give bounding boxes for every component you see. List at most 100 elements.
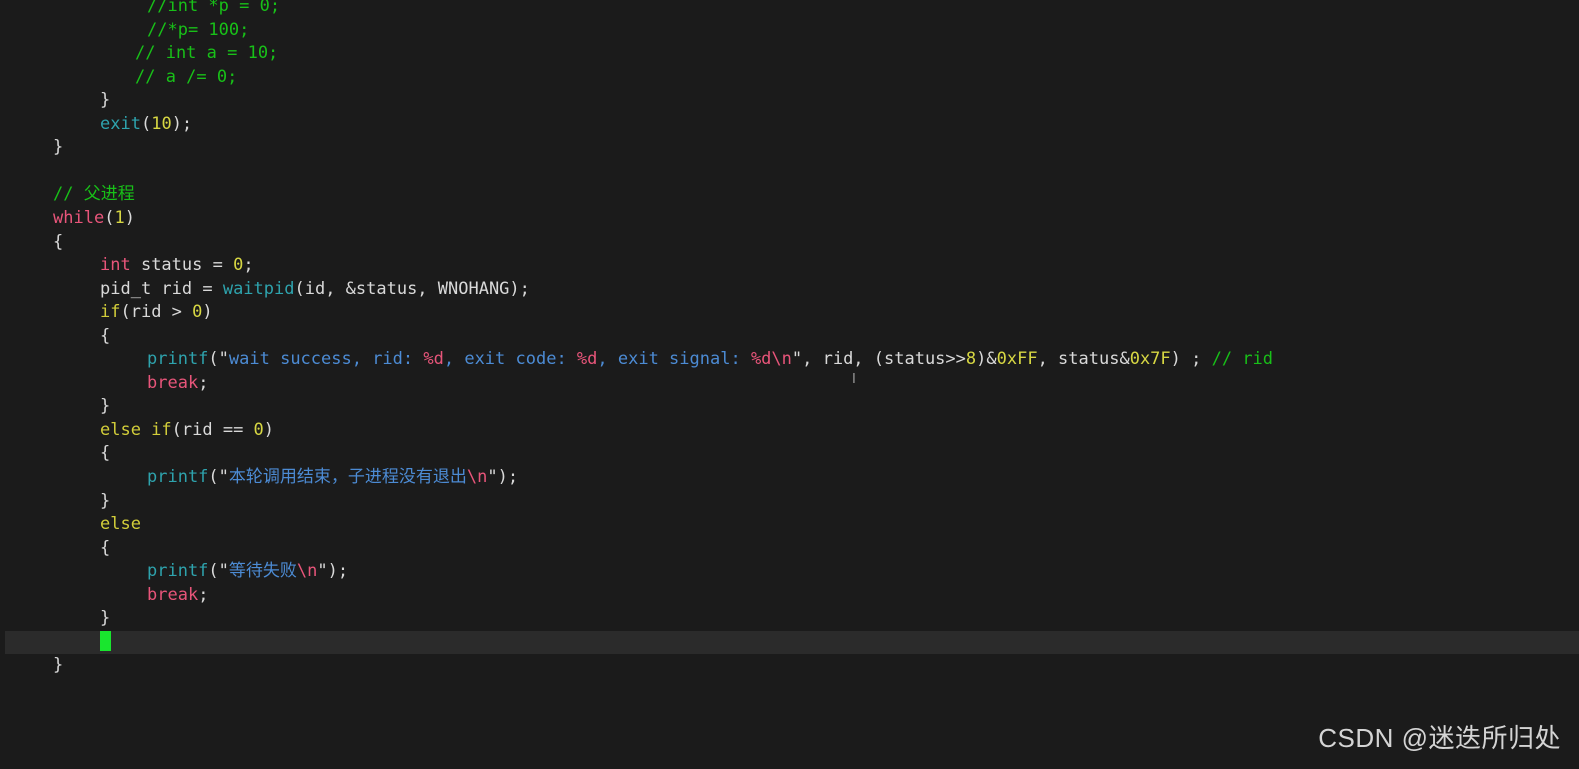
code-token-default: { (53, 231, 64, 252)
code-token-comment: // rid (1211, 349, 1274, 370)
code-line[interactable]: //*p= 100; (0, 19, 1579, 43)
code-token-default: ) (124, 207, 135, 228)
code-text: else if(rid == 0) (100, 419, 274, 443)
code-token-default: ", rid, (status>> (791, 349, 966, 370)
code-token-default: } (100, 608, 111, 629)
code-line[interactable]: exit(10); (0, 113, 1579, 137)
code-line[interactable]: } (0, 395, 1579, 419)
code-text: // a /= 0; (135, 66, 237, 90)
code-text: // int a = 10; (135, 42, 278, 66)
code-line[interactable]: else (0, 513, 1579, 537)
code-line[interactable]: { (0, 537, 1579, 561)
code-text: pid_t rid = waitpid(id, &status, WNOHANG… (100, 278, 530, 302)
code-token-string: , exit signal: (597, 349, 751, 370)
code-token-escape: \n (296, 561, 318, 582)
code-text: // 父进程 (53, 183, 135, 207)
code-line[interactable]: // a /= 0; (0, 66, 1579, 90)
code-token-default: { (100, 325, 111, 346)
code-token-default: (" (208, 349, 229, 370)
code-line[interactable]: { (0, 442, 1579, 466)
code-line[interactable]: } (0, 136, 1579, 160)
code-token-default: "); (487, 467, 519, 487)
code-text: while(1) (53, 207, 135, 231)
code-token-default: "); (317, 561, 349, 582)
code-token-control: else (100, 514, 141, 535)
code-line[interactable]: // int a = 10; (0, 42, 1579, 66)
code-token-default: (" (208, 561, 229, 582)
code-text: { (53, 231, 63, 255)
code-token-default: (id, &status, WNOHANG); (294, 278, 530, 299)
code-line[interactable]: { (0, 325, 1579, 349)
code-token-default: ; (198, 584, 209, 605)
code-line[interactable]: // 父进程 (0, 183, 1579, 207)
code-token-comment: // a /= 0; (135, 66, 238, 87)
code-token-escape: %d\n (750, 349, 792, 370)
code-line[interactable]: } (0, 490, 1579, 514)
code-token-string: 等待失败 (228, 561, 297, 582)
code-token-default: } (53, 137, 64, 158)
code-token-default: } (53, 655, 64, 676)
code-token-number: 10 (151, 113, 172, 134)
code-token-string: wait success, rid: (228, 349, 424, 370)
code-text: } (100, 395, 110, 419)
code-token-default: (rid > (120, 302, 193, 323)
code-text: break; (147, 584, 208, 608)
code-token-number: 0 (233, 255, 244, 276)
code-token-string: 本轮调用结束，子进程没有退出 (228, 467, 467, 487)
code-line[interactable]: break; (0, 372, 1579, 396)
code-token-default: (" (208, 467, 229, 487)
code-text: break; (147, 372, 208, 396)
code-token-comment: //*p= 100; (147, 19, 250, 40)
code-line[interactable]: printf("本轮调用结束，子进程没有退出\n"); (0, 466, 1579, 490)
code-token-number: 1 (114, 207, 125, 228)
code-token-control: if (100, 302, 121, 323)
code-token-default: ); (171, 113, 193, 134)
code-text: } (53, 654, 63, 678)
code-token-default: )& (976, 349, 997, 370)
code-token-comment: // int a = 10; (135, 43, 279, 64)
code-line[interactable]: //int *p = 0; (0, 0, 1579, 19)
code-token-default: } (100, 90, 111, 111)
block-cursor (100, 630, 111, 651)
code-line[interactable]: while(1) (0, 207, 1579, 231)
code-line[interactable] (0, 160, 1579, 184)
code-editor[interactable]: //int *p = 0;//*p= 100;// int a = 10;// … (0, 0, 1579, 769)
code-token-default: pid_t rid = (100, 278, 223, 299)
code-line-current[interactable] (5, 630, 1579, 656)
code-token-default: ; (243, 255, 254, 276)
code-token-comment: // 父进程 (53, 184, 135, 205)
code-line[interactable]: { (0, 231, 1579, 255)
code-line[interactable]: int status = 0; (0, 254, 1579, 278)
code-line[interactable]: pid_t rid = waitpid(id, &status, WNOHANG… (0, 278, 1579, 302)
code-token-keyword: int (100, 255, 131, 276)
code-token-default: , status& (1037, 349, 1130, 370)
code-token-string: , exit code: (443, 349, 577, 370)
code-text (100, 630, 111, 656)
code-token-function: printf (147, 349, 209, 370)
code-line[interactable]: if(rid > 0) (0, 301, 1579, 325)
code-token-escape: %d (423, 349, 444, 370)
code-text: { (100, 442, 110, 466)
code-line[interactable]: printf("wait success, rid: %d, exit code… (0, 348, 1579, 372)
code-token-default: } (100, 490, 111, 511)
code-line[interactable]: break; (0, 584, 1579, 608)
code-token-number: 8 (965, 349, 977, 370)
code-token-number: 0 (192, 302, 203, 323)
code-text: int status = 0; (100, 254, 254, 278)
code-line[interactable]: } (0, 89, 1579, 113)
csdn-watermark: CSDN @迷迭所归处 (1318, 723, 1561, 753)
code-line[interactable]: } (0, 654, 1579, 678)
code-token-default: } (100, 396, 111, 417)
code-token-default: ( (104, 207, 115, 228)
code-text: else (100, 513, 141, 537)
code-text: if(rid > 0) (100, 301, 213, 325)
code-text: } (100, 89, 110, 113)
code-token-default: ) ; (1170, 349, 1212, 370)
code-line[interactable]: } (0, 607, 1579, 631)
code-line[interactable]: printf("等待失败\n"); (0, 560, 1579, 584)
code-token-comment: //int *p = 0; (147, 0, 281, 16)
code-token-function: printf (147, 467, 209, 487)
code-line[interactable]: else if(rid == 0) (0, 419, 1579, 443)
code-token-default: ) (263, 419, 275, 440)
code-token-number: 0 (253, 419, 264, 440)
